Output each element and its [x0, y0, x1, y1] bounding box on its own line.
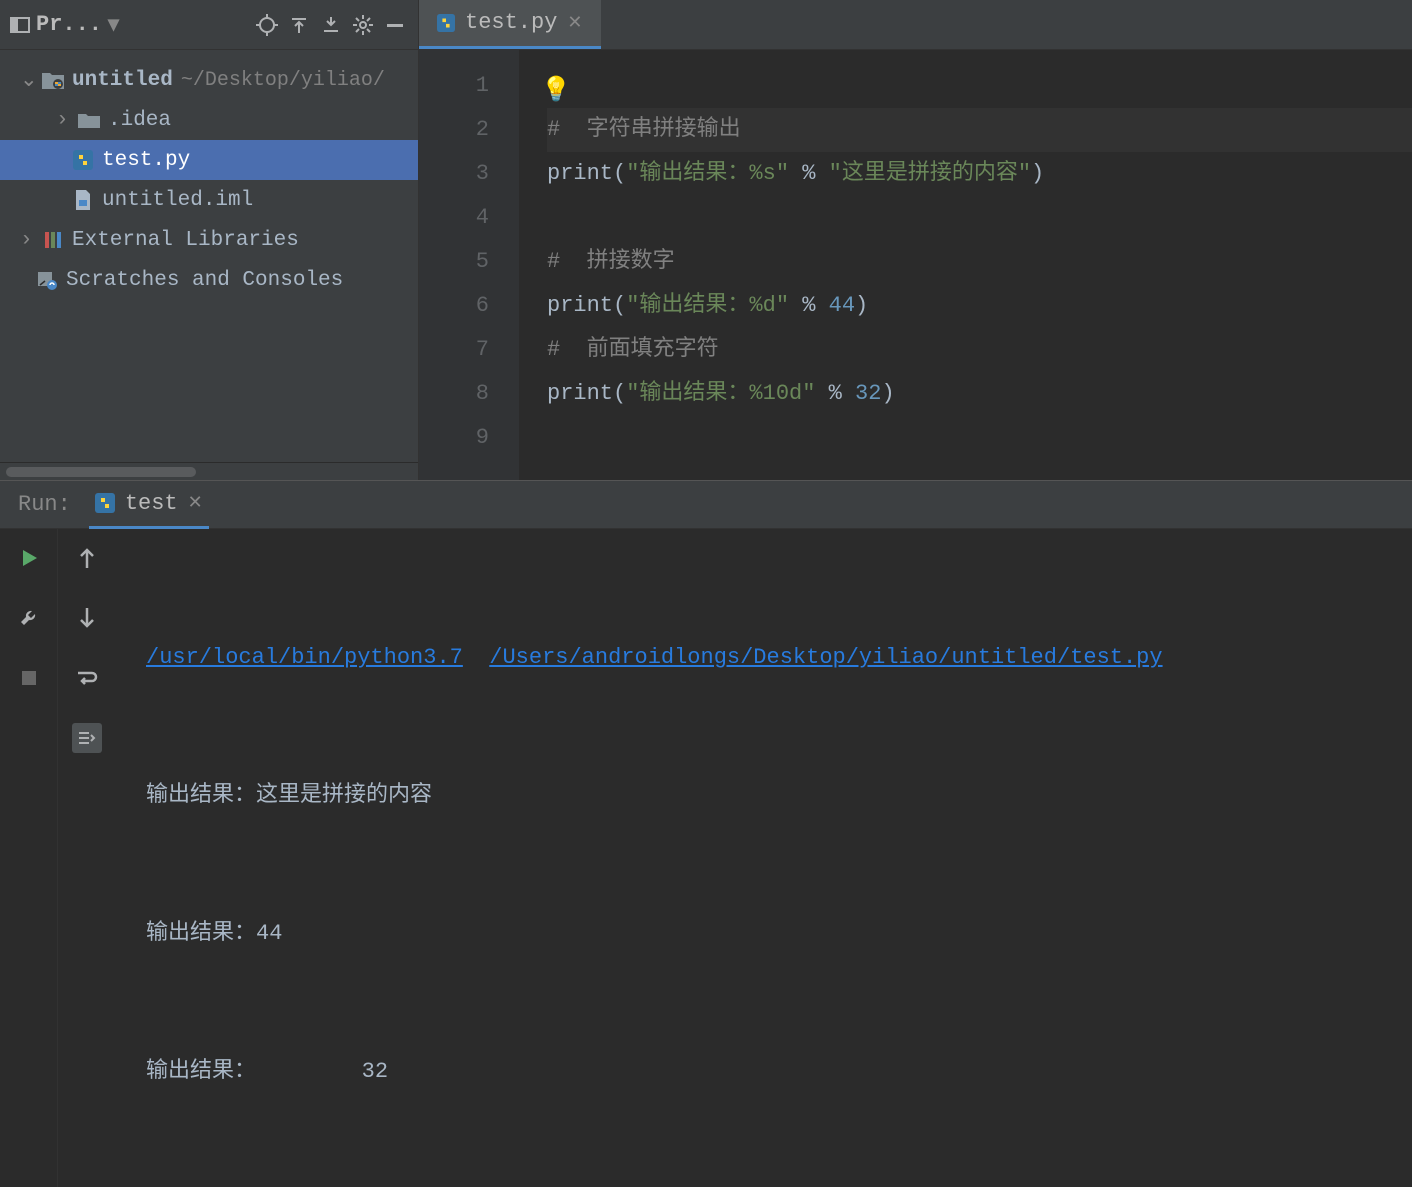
expand-all-icon[interactable] — [286, 12, 312, 38]
bulb-icon[interactable]: 💡 — [541, 70, 571, 114]
console-output[interactable]: /usr/local/bin/python3.7 /Users/androidl… — [116, 529, 1412, 1187]
gear-icon[interactable] — [350, 12, 376, 38]
scratches-icon — [36, 270, 58, 290]
locate-icon[interactable] — [254, 12, 280, 38]
tree-item-testpy[interactable]: test.py — [0, 140, 418, 180]
project-name: untitled — [72, 69, 173, 92]
tab-label: test.py — [465, 10, 557, 35]
code-line[interactable] — [547, 416, 1412, 460]
tree-item-label: .idea — [108, 109, 171, 132]
run-panel-label: Run: — [18, 492, 71, 517]
sidebar-toolbar: Pr... ▾ — [0, 0, 418, 50]
code-line[interactable]: # 拼接数字 — [547, 240, 1412, 284]
console-line: 输出结果：这里是拼接的内容 — [146, 773, 1412, 819]
chevron-right-icon[interactable]: › — [20, 229, 34, 252]
tree-item-label: untitled.iml — [102, 189, 253, 212]
folder-icon — [78, 112, 100, 128]
soft-wrap-icon[interactable] — [72, 663, 102, 693]
close-icon[interactable]: ✕ — [188, 492, 203, 514]
wrench-icon[interactable] — [14, 603, 44, 633]
run-nav-column — [58, 529, 116, 1187]
tree-item-label: test.py — [102, 149, 190, 172]
editor-tab-testpy[interactable]: test.py ✕ — [419, 0, 601, 49]
project-sidebar: Pr... ▾ ⌄ — [0, 0, 419, 480]
project-tree: ⌄ untitled ~/Desktop/yiliao/ › .idea tes… — [0, 50, 418, 462]
chevron-down-icon[interactable]: ⌄ — [20, 67, 34, 93]
run-action-column — [0, 529, 58, 1187]
project-path: ~/Desktop/yiliao/ — [181, 69, 385, 92]
code-line[interactable]: # 前面填充字符 — [547, 328, 1412, 372]
down-arrow-icon[interactable] — [72, 603, 102, 633]
code-line[interactable]: print("输出结果：%s" % "这里是拼接的内容") — [547, 152, 1412, 196]
interpreter-path-link[interactable]: /usr/local/bin/python3.7 — [146, 645, 463, 670]
project-window-icon — [10, 15, 30, 35]
run-tabbar: Run: test ✕ — [0, 481, 1412, 529]
dropdown-icon[interactable]: ▾ — [108, 12, 119, 38]
run-tab-test[interactable]: test ✕ — [89, 481, 209, 529]
code-line[interactable]: # 字符串拼接输出 — [547, 108, 1412, 152]
run-panel: Run: test ✕ — [0, 480, 1412, 728]
rerun-button[interactable] — [14, 543, 44, 573]
tree-external-libs[interactable]: › External Libraries — [0, 220, 418, 260]
code-body[interactable]: 💡 # 字符串拼接输出print("输出结果：%s" % "这里是拼接的内容")… — [519, 50, 1412, 480]
editor-tabbar: test.py ✕ — [419, 0, 1412, 50]
tree-scratches[interactable]: Scratches and Consoles — [0, 260, 418, 300]
console-line: 输出结果： 32 — [146, 1049, 1412, 1095]
close-icon[interactable]: ✕ — [567, 12, 582, 34]
code-line[interactable]: print("输出结果：%d" % 44) — [547, 284, 1412, 328]
sidebar-scrollbar[interactable] — [0, 462, 418, 480]
run-body: /usr/local/bin/python3.7 /Users/androidl… — [0, 529, 1412, 1187]
console-command-line: /usr/local/bin/python3.7 /Users/androidl… — [146, 635, 1412, 681]
code-line[interactable] — [547, 64, 1412, 108]
console-line: 输出结果：44 — [146, 911, 1412, 957]
stop-button[interactable] — [14, 663, 44, 693]
python-file-icon — [437, 14, 455, 32]
editor-pane: test.py ✕ 123456789 💡 # 字符串拼接输出print("输出… — [419, 0, 1412, 480]
code-line[interactable] — [547, 196, 1412, 240]
line-gutter: 123456789 — [419, 50, 519, 480]
chevron-right-icon[interactable]: › — [56, 109, 70, 132]
tree-item-iml[interactable]: untitled.iml — [0, 180, 418, 220]
iml-file-icon — [72, 190, 94, 210]
libraries-icon — [42, 230, 64, 250]
scrollbar-thumb[interactable] — [6, 467, 196, 477]
collapse-all-icon[interactable] — [318, 12, 344, 38]
project-panel-label[interactable]: Pr... — [36, 12, 102, 37]
python-file-icon — [72, 150, 94, 170]
tree-item-idea[interactable]: › .idea — [0, 100, 418, 140]
hide-icon[interactable] — [382, 12, 408, 38]
code-editor[interactable]: 123456789 💡 # 字符串拼接输出print("输出结果：%s" % "… — [419, 50, 1412, 480]
script-path-link[interactable]: /Users/androidlongs/Desktop/yiliao/untit… — [489, 645, 1162, 670]
up-arrow-icon[interactable] — [72, 543, 102, 573]
project-root[interactable]: ⌄ untitled ~/Desktop/yiliao/ — [0, 60, 418, 100]
code-line[interactable]: print("输出结果：%10d" % 32) — [547, 372, 1412, 416]
run-tab-label: test — [125, 491, 178, 516]
tree-item-label: External Libraries — [72, 229, 299, 252]
folder-python-icon — [42, 71, 64, 89]
python-run-icon — [95, 493, 115, 513]
tree-item-label: Scratches and Consoles — [66, 269, 343, 292]
